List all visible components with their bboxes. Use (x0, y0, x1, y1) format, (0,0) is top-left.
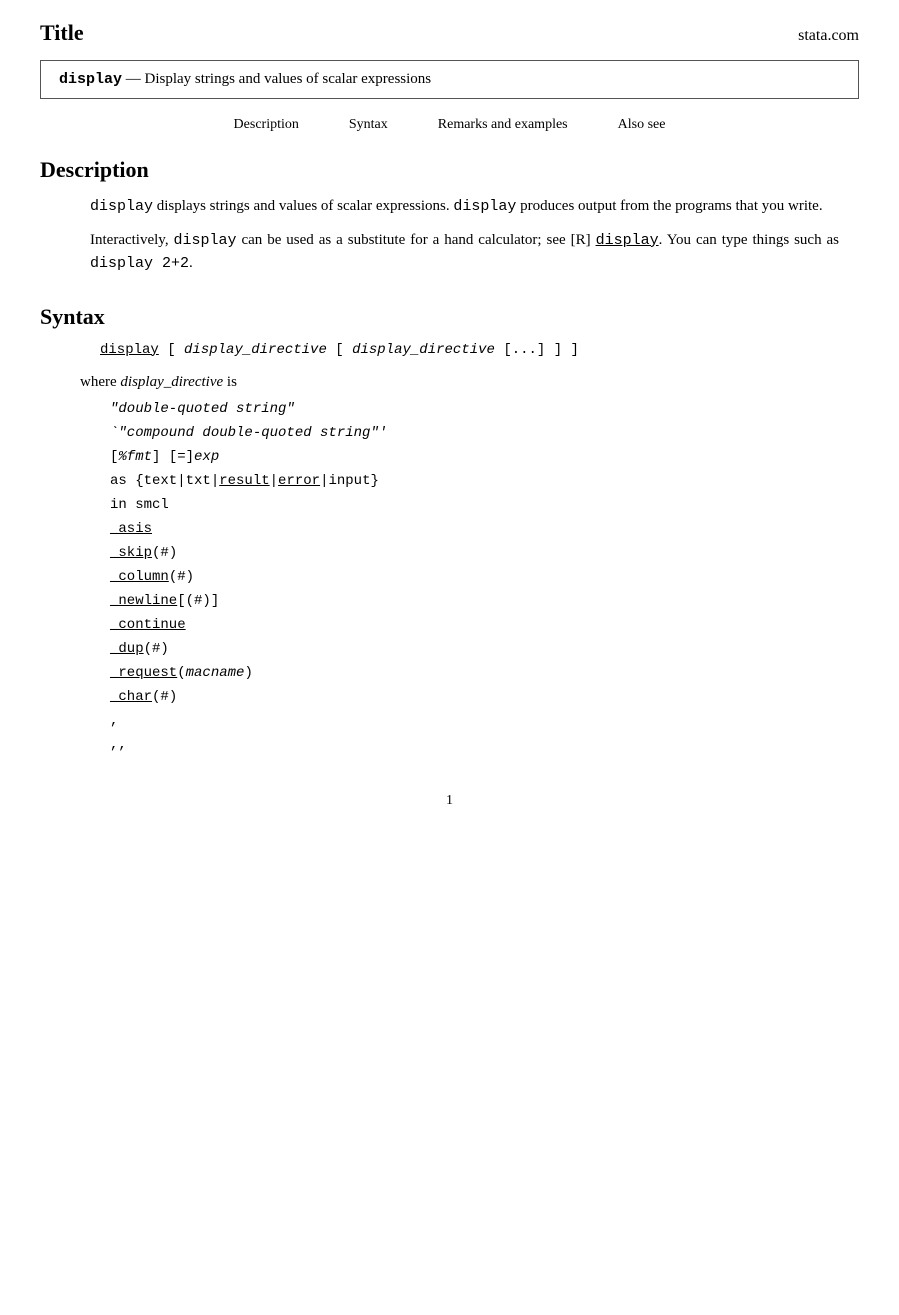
directive-in-smcl: in smcl (110, 497, 859, 513)
syntax-where: where display_directive is (80, 374, 859, 391)
description-para2: Interactively, display can be used as a … (90, 229, 839, 276)
nav-remarks[interactable]: Remarks and examples (438, 117, 568, 133)
directive-as: as {text|txt|result|error|input} (110, 473, 859, 489)
syntax-heading: Syntax (40, 304, 859, 330)
nav-also-see[interactable]: Also see (618, 117, 666, 133)
description-heading: Description (40, 157, 859, 183)
display-inline-3: display (174, 232, 237, 249)
directive-dup: _dup(#) (110, 641, 859, 657)
command-box: display — Display strings and values of … (40, 60, 859, 99)
description-para1: display displays strings and values of s… (90, 195, 839, 219)
directive-column: _column(#) (110, 569, 859, 585)
directive-char: _char(#) (110, 689, 859, 705)
syntax-section: Syntax display [ display_directive [ dis… (40, 304, 859, 753)
directive-double-comma: ,, (110, 737, 859, 753)
nav-description[interactable]: Description (234, 117, 299, 133)
page-header: Title stata.com (40, 20, 859, 46)
syntax-bracket-close: ] ] (554, 342, 579, 358)
command-name: display (59, 71, 122, 88)
command-dash: — (126, 71, 141, 87)
display-example: display 2+2 (90, 255, 189, 272)
display-inline-1: display (90, 198, 153, 215)
display-cmd-underline: display (100, 342, 159, 358)
directive-double-quoted: "double-quoted string" (110, 401, 859, 417)
syntax-bracket-open: [ (167, 342, 175, 358)
description-section: Description display displays strings and… (40, 157, 859, 276)
directive-continue: _continue (110, 617, 859, 633)
display-inline-2: display (453, 198, 516, 215)
nav-syntax[interactable]: Syntax (349, 117, 388, 133)
command-description: Display strings and values of scalar exp… (145, 71, 432, 87)
syntax-directive-term: display_directive (120, 374, 223, 390)
syntax-directive-1: display_directive (184, 342, 327, 358)
directive-asis: _asis (110, 521, 859, 537)
syntax-directive-2: display_directive (352, 342, 495, 358)
page-number: 1 (446, 793, 453, 808)
display-link[interactable]: display (596, 232, 659, 249)
directive-comma: , (110, 713, 859, 729)
syntax-bracket-open-2: [ (335, 342, 343, 358)
nav-bar: Description Syntax Remarks and examples … (40, 117, 859, 133)
page-footer: 1 (40, 793, 859, 809)
syntax-ellipsis: [...] (503, 342, 545, 358)
stata-logo: stata.com (798, 27, 859, 45)
directive-skip: _skip(#) (110, 545, 859, 561)
syntax-command-line: display [ display_directive [ display_di… (100, 342, 859, 358)
directive-request: _request(macname) (110, 665, 859, 681)
page-title: Title (40, 20, 84, 46)
directive-fmt: [%fmt] [=]exp (110, 449, 859, 465)
directive-newline: _newline[(#)] (110, 593, 859, 609)
directive-compound-quoted: `"compound double-quoted string"' (110, 425, 859, 441)
